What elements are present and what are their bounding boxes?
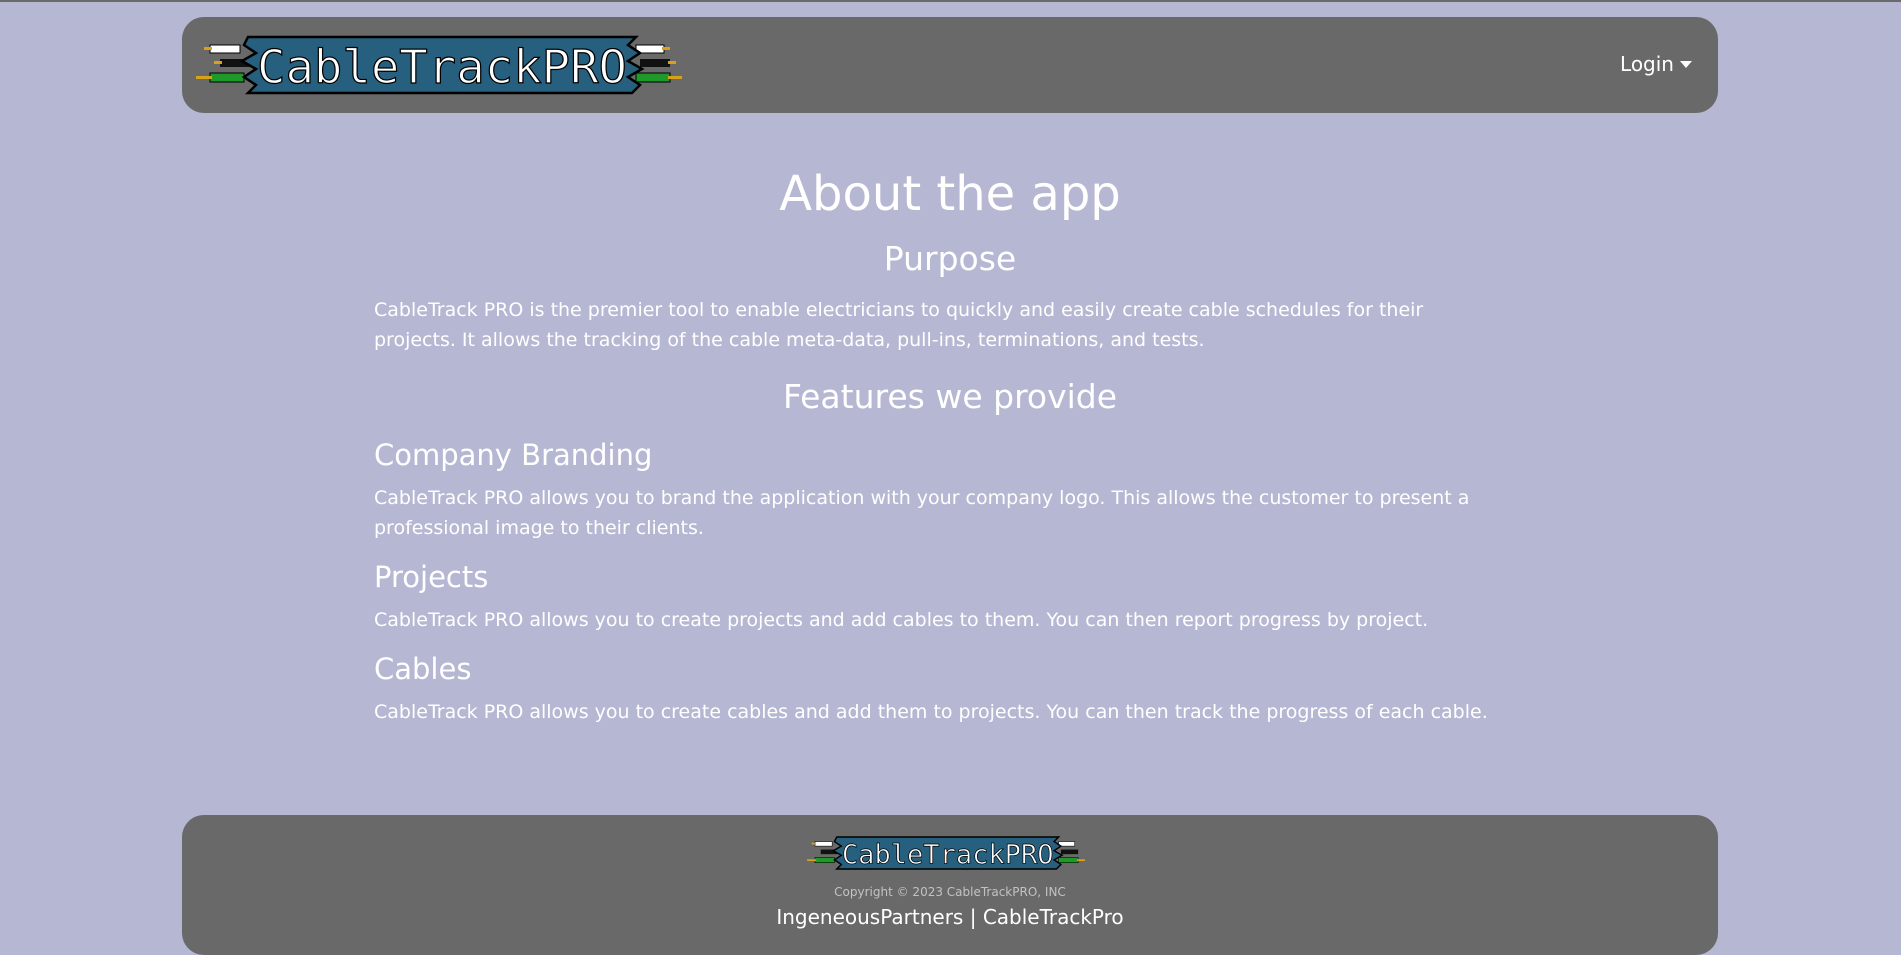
login-label: Login [1620, 52, 1674, 76]
caret-down-icon [1680, 60, 1692, 68]
feature-text: CableTrack PRO allows you to create cabl… [374, 701, 1488, 723]
feature-projects: Projects CableTrack PRO allows you to cr… [374, 557, 1526, 635]
window-top-border [0, 0, 1901, 2]
feature-text: CableTrack PRO allows you to brand the a… [374, 487, 1470, 539]
login-dropdown-toggle[interactable]: Login [1620, 52, 1692, 76]
footer-links: IngeneousPartners | CableTrackPro [182, 905, 1718, 929]
footer-logo: CableTrackPRO [807, 836, 1085, 871]
footer-logo-text: CableTrackPRO [842, 840, 1054, 870]
features-heading: Features we provide [782, 377, 1118, 416]
feature-cables: Cables CableTrack PRO allows you to crea… [374, 649, 1526, 727]
navbar: CableTrackPRO Login [182, 17, 1718, 113]
feature-title: Projects [374, 560, 489, 594]
main-content: About the app Purpose CableTrack PRO is … [374, 155, 1526, 727]
footer-link-ingeneous-partners[interactable]: IngeneousPartners [776, 905, 963, 929]
brand-logo[interactable]: CableTrackPRO [196, 35, 696, 95]
feature-text: CableTrack PRO allows you to create proj… [374, 609, 1429, 631]
feature-title: Company Branding [374, 438, 653, 472]
copyright-text: Copyright © 2023 CableTrackPRO, INC [834, 885, 1066, 899]
footer-link-separator: | [969, 905, 977, 929]
footer-link-cabletrackpro[interactable]: CableTrackPro [983, 905, 1124, 929]
logo-text: CableTrackPRO [257, 40, 627, 94]
footer: CableTrackPRO Copyright © 2023 CableTrac… [182, 815, 1718, 955]
purpose-text: CableTrack PRO is the premier tool to en… [374, 299, 1424, 351]
feature-company-branding: Company Branding CableTrack PRO allows y… [374, 435, 1526, 543]
feature-title: Cables [374, 652, 472, 686]
page-title: About the app [779, 166, 1121, 222]
purpose-heading: Purpose [883, 239, 1017, 278]
